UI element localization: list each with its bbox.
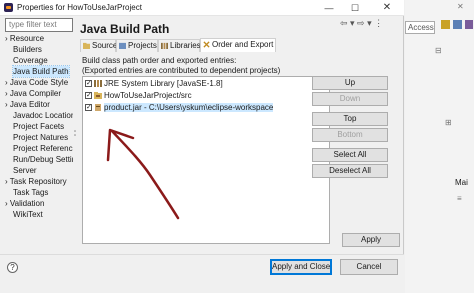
properties-dialog: Properties for HowToUseJarProject — ☐ ✕ … [0,0,404,293]
export-checkbox[interactable] [85,90,92,102]
perspective-toolbar-icons [441,20,473,29]
maximize-button[interactable]: ☐ [344,0,366,16]
page-title: Java Build Path [80,22,170,36]
close-button[interactable]: ✕ [376,0,398,16]
background-main-tab: Mai [455,178,468,187]
tab-libraries-label: Libraries [170,41,201,50]
order-export-icon [203,41,210,48]
quick-access-field[interactable]: Access [405,21,435,34]
source-folder-icon [94,92,102,99]
tree-item-builders[interactable]: Builders [13,44,42,55]
entry-label: JRE System Library [JavaSE-1.8] [104,79,223,88]
tree-item-coverage[interactable]: Coverage [13,55,48,66]
tab-libraries[interactable]: Libraries [158,39,201,52]
title-bar: Properties for HowToUseJarProject — ☐ ✕ [0,0,404,16]
tab-source[interactable]: Source [80,39,118,52]
jar-icon [95,104,101,111]
tree-item-javadoc-location[interactable]: Javadoc Location [13,110,73,121]
cancel-button[interactable]: Cancel [340,259,398,275]
tab-projects-label: Projects [128,41,157,50]
export-checkbox[interactable] [85,78,92,90]
down-button[interactable]: Down [312,92,388,106]
list-item[interactable]: HowToUseJarProject/src [85,90,192,102]
tree-item-project-references[interactable]: Project References [13,143,73,154]
build-path-tabs: Source Projects Libraries Order and Expo… [80,38,400,52]
tree-item-java-build-path[interactable]: Java Build Path [12,65,70,78]
tab-order-export-label: Order and Export [212,40,274,49]
tree-item-project-facets[interactable]: Project Facets [13,121,64,132]
properties-tree: › Resource Builders Coverage Java Build … [5,33,73,243]
sash-divider[interactable] [74,18,76,248]
tree-item-validation[interactable]: › Validation [5,198,44,209]
tree-item-java-editor[interactable]: › Java Editor [5,99,50,110]
list-item[interactable]: product.jar - C:\Users\yskum\eclipse-wor… [85,102,274,114]
tree-item-project-natures[interactable]: Project Natures [13,132,68,143]
background-scroll-icon: ⊟ [435,46,442,55]
tree-item-java-code-style[interactable]: › Java Code Style [5,77,68,88]
background-close-icon: ✕ [457,2,464,11]
minimize-button[interactable]: — [318,0,340,16]
select-all-button[interactable]: Select All [312,148,388,162]
help-icon[interactable]: ? [7,262,18,273]
entry-label: product.jar - C:\Users\yskum\eclipse-wor… [104,103,274,112]
tab-source-label: Source [92,41,118,50]
description: Build class path order and exported entr… [82,56,280,76]
eclipse-icon [4,3,13,12]
history-nav-buttons[interactable]: ⇦ ▾ ⇨ ▾ ⋮ [340,18,383,29]
description-line-2: (Exported entries are contributed to dep… [82,66,281,75]
window-title: Properties for HowToUseJarProject [17,3,142,12]
background-tree-icon: ⊞ [445,118,452,127]
tree-item-server[interactable]: Server [13,165,37,176]
library-icon [94,80,102,87]
tree-item-resource[interactable]: › Resource [5,33,44,44]
bottom-button[interactable]: Bottom [312,128,388,142]
classpath-entries-list[interactable]: JRE System Library [JavaSE-1.8] HowToUse… [82,76,330,244]
project-icon [119,42,126,49]
tree-item-run-debug-settings[interactable]: Run/Debug Settings [13,154,73,165]
background-ide-window: Access ✕ ⊟ ⊞ ≡ Mai [405,0,474,293]
tree-item-java-compiler[interactable]: › Java Compiler [5,88,61,99]
apply-and-close-button[interactable]: Apply and Close [270,259,332,275]
tab-order-and-export[interactable]: Order and Export [200,38,276,52]
export-checkbox[interactable] [85,102,92,114]
tree-item-task-tags[interactable]: Task Tags [13,187,48,198]
apply-button[interactable]: Apply [342,233,400,247]
up-button[interactable]: Up [312,76,388,90]
tab-projects[interactable]: Projects [116,39,158,52]
tree-item-task-repository[interactable]: › Task Repository [5,176,67,187]
source-folder-icon [83,42,90,49]
library-icon [161,42,168,49]
dialog-footer: ? Apply and Close Cancel [0,254,404,293]
background-list-icon: ≡ [457,194,462,203]
deselect-all-button[interactable]: Deselect All [312,164,388,178]
tree-item-wikitext[interactable]: WikiText [13,209,43,220]
description-line-1: Build class path order and exported entr… [82,56,237,65]
top-button[interactable]: Top [312,112,388,126]
entry-label: HowToUseJarProject/src [104,91,192,100]
list-item[interactable]: JRE System Library [JavaSE-1.8] [85,78,223,90]
filter-input[interactable]: type filter text [5,18,73,32]
